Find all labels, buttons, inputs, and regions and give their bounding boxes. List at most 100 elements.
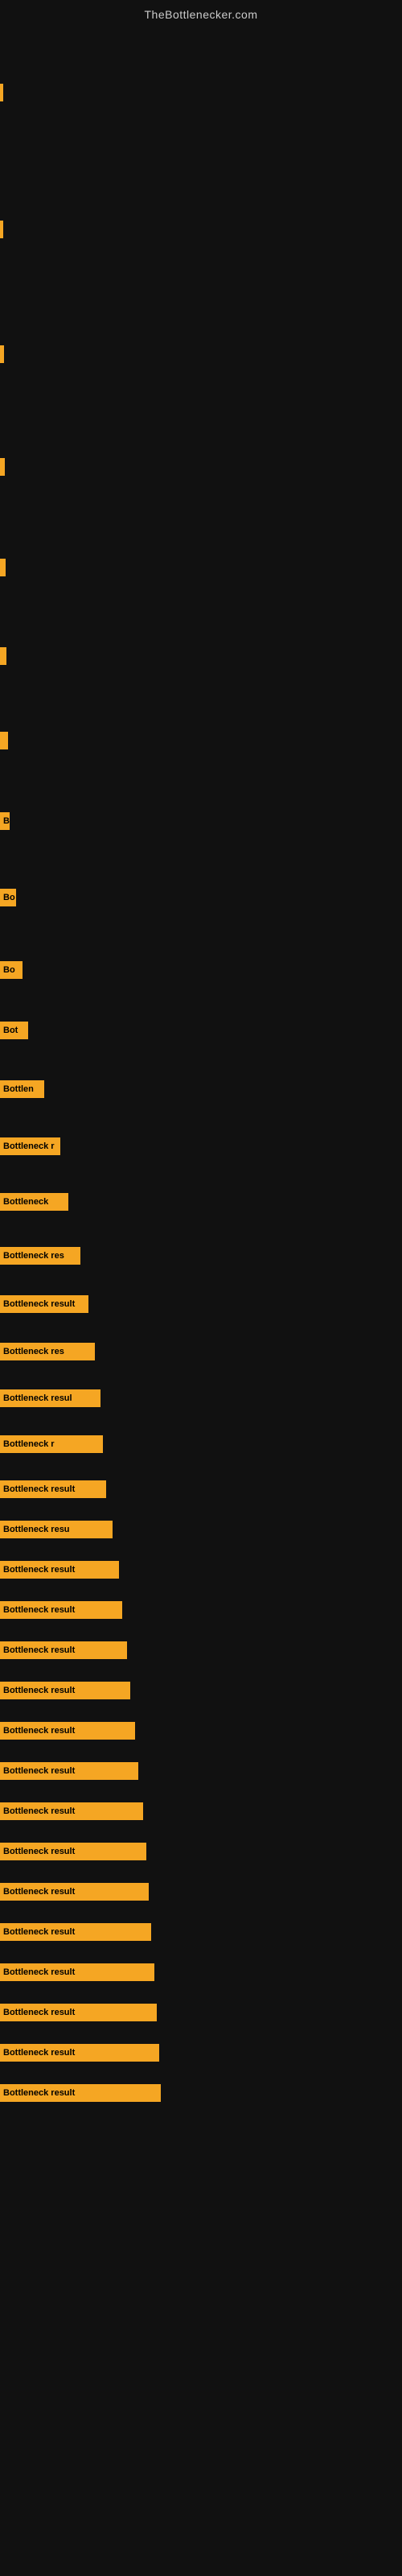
- bar-row-32: Bottleneck result: [0, 1961, 402, 1984]
- bar-7: [0, 732, 8, 749]
- bar-label-20: Bottleneck result: [3, 1484, 75, 1494]
- bar-row-29: Bottleneck result: [0, 1840, 402, 1863]
- bar-label-13: Bottleneck r: [3, 1141, 55, 1151]
- bar-30: Bottleneck result: [0, 1883, 149, 1901]
- bar-26: Bottleneck result: [0, 1722, 135, 1740]
- site-title-text: TheBottlenecker.com: [144, 8, 257, 21]
- bar-1: [0, 84, 3, 101]
- bar-row-11: Bot: [0, 1019, 402, 1042]
- bar-31: Bottleneck result: [0, 1923, 151, 1941]
- bar-row-2: [0, 218, 402, 241]
- bar-row-22: Bottleneck result: [0, 1558, 402, 1581]
- bar-label-19: Bottleneck r: [3, 1439, 55, 1449]
- bar-row-20: Bottleneck result: [0, 1478, 402, 1501]
- bar-15: Bottleneck res: [0, 1247, 80, 1265]
- bar-32: Bottleneck result: [0, 1963, 154, 1981]
- bar-10: Bo: [0, 961, 23, 979]
- bar-label-17: Bottleneck res: [3, 1347, 64, 1356]
- bar-label-26: Bottleneck result: [3, 1726, 75, 1736]
- bar-9: Bo: [0, 889, 16, 906]
- bar-label-27: Bottleneck result: [3, 1766, 75, 1776]
- bar-label-12: Bottlen: [3, 1084, 34, 1094]
- bar-row-18: Bottleneck resul: [0, 1387, 402, 1410]
- bar-16: Bottleneck result: [0, 1295, 88, 1313]
- bar-row-26: Bottleneck result: [0, 1719, 402, 1742]
- bar-row-27: Bottleneck result: [0, 1760, 402, 1782]
- bar-14: Bottleneck: [0, 1193, 68, 1211]
- bar-18: Bottleneck resul: [0, 1389, 100, 1407]
- bar-label-9: Bo: [3, 893, 15, 902]
- chart-container: B Bo Bo Bot Bottlen Bottleneck r Bottleneck Bot…: [0, 25, 402, 2114]
- bar-label-8: B: [3, 816, 10, 826]
- bar-4: [0, 458, 5, 476]
- site-title: TheBottlenecker.com: [0, 0, 402, 25]
- bar-33: Bottleneck result: [0, 2004, 157, 2021]
- bar-label-24: Bottleneck result: [3, 1645, 75, 1655]
- bar-row-13: Bottleneck r: [0, 1135, 402, 1158]
- bar-row-19: Bottleneck r: [0, 1433, 402, 1455]
- bar-25: Bottleneck result: [0, 1682, 130, 1699]
- bar-23: Bottleneck result: [0, 1601, 122, 1619]
- bar-row-25: Bottleneck result: [0, 1679, 402, 1702]
- bar-row-34: Bottleneck result: [0, 2041, 402, 2064]
- bar-34: Bottleneck result: [0, 2044, 159, 2062]
- bar-5: [0, 559, 6, 576]
- bar-label-11: Bot: [3, 1026, 18, 1035]
- bar-label-32: Bottleneck result: [3, 1967, 75, 1977]
- bar-label-28: Bottleneck result: [3, 1806, 75, 1816]
- bar-label-14: Bottleneck: [3, 1197, 48, 1207]
- bar-row-15: Bottleneck res: [0, 1245, 402, 1267]
- bar-row-16: Bottleneck result: [0, 1293, 402, 1315]
- bar-row-17: Bottleneck res: [0, 1340, 402, 1363]
- bar-label-35: Bottleneck result: [3, 2088, 75, 2098]
- bar-13: Bottleneck r: [0, 1137, 60, 1155]
- bar-row-28: Bottleneck result: [0, 1800, 402, 1823]
- bar-row-31: Bottleneck result: [0, 1921, 402, 1943]
- bar-label-18: Bottleneck resul: [3, 1393, 72, 1403]
- bar-19: Bottleneck r: [0, 1435, 103, 1453]
- bar-8: B: [0, 812, 10, 830]
- bar-row-30: Bottleneck result: [0, 1880, 402, 1903]
- bar-label-31: Bottleneck result: [3, 1927, 75, 1937]
- bar-label-16: Bottleneck result: [3, 1299, 75, 1309]
- bar-row-12: Bottlen: [0, 1078, 402, 1100]
- bar-6: [0, 647, 6, 665]
- bar-row-23: Bottleneck result: [0, 1599, 402, 1621]
- bar-17: Bottleneck res: [0, 1343, 95, 1360]
- bar-row-35: Bottleneck result: [0, 2082, 402, 2104]
- bar-label-15: Bottleneck res: [3, 1251, 64, 1261]
- bar-11: Bot: [0, 1022, 28, 1039]
- bar-row-4: [0, 456, 402, 478]
- bar-row-8: B: [0, 810, 402, 832]
- bar-label-25: Bottleneck result: [3, 1686, 75, 1695]
- bar-row-1: [0, 81, 402, 104]
- bar-label-30: Bottleneck result: [3, 1887, 75, 1897]
- bar-label-21: Bottleneck resu: [3, 1525, 70, 1534]
- bar-row-21: Bottleneck resu: [0, 1518, 402, 1541]
- bar-row-24: Bottleneck result: [0, 1639, 402, 1662]
- bar-21: Bottleneck resu: [0, 1521, 113, 1538]
- bar-row-14: Bottleneck: [0, 1191, 402, 1213]
- bar-row-9: Bo: [0, 886, 402, 909]
- bar-label-33: Bottleneck result: [3, 2008, 75, 2017]
- bar-20: Bottleneck result: [0, 1480, 106, 1498]
- bar-28: Bottleneck result: [0, 1802, 143, 1820]
- bar-35: Bottleneck result: [0, 2084, 161, 2102]
- bar-row-5: [0, 556, 402, 579]
- bar-2: [0, 221, 3, 238]
- bar-label-23: Bottleneck result: [3, 1605, 75, 1615]
- bar-27: Bottleneck result: [0, 1762, 138, 1780]
- bar-row-33: Bottleneck result: [0, 2001, 402, 2024]
- bar-row-10: Bo: [0, 959, 402, 981]
- bar-row-7: [0, 729, 402, 752]
- bar-3: [0, 345, 4, 363]
- bar-label-10: Bo: [3, 965, 15, 975]
- bar-29: Bottleneck result: [0, 1843, 146, 1860]
- bar-row-6: [0, 645, 402, 667]
- bar-row-3: [0, 343, 402, 365]
- bar-label-34: Bottleneck result: [3, 2048, 75, 2058]
- bar-24: Bottleneck result: [0, 1641, 127, 1659]
- bar-12: Bottlen: [0, 1080, 44, 1098]
- bar-22: Bottleneck result: [0, 1561, 119, 1579]
- bar-label-22: Bottleneck result: [3, 1565, 75, 1575]
